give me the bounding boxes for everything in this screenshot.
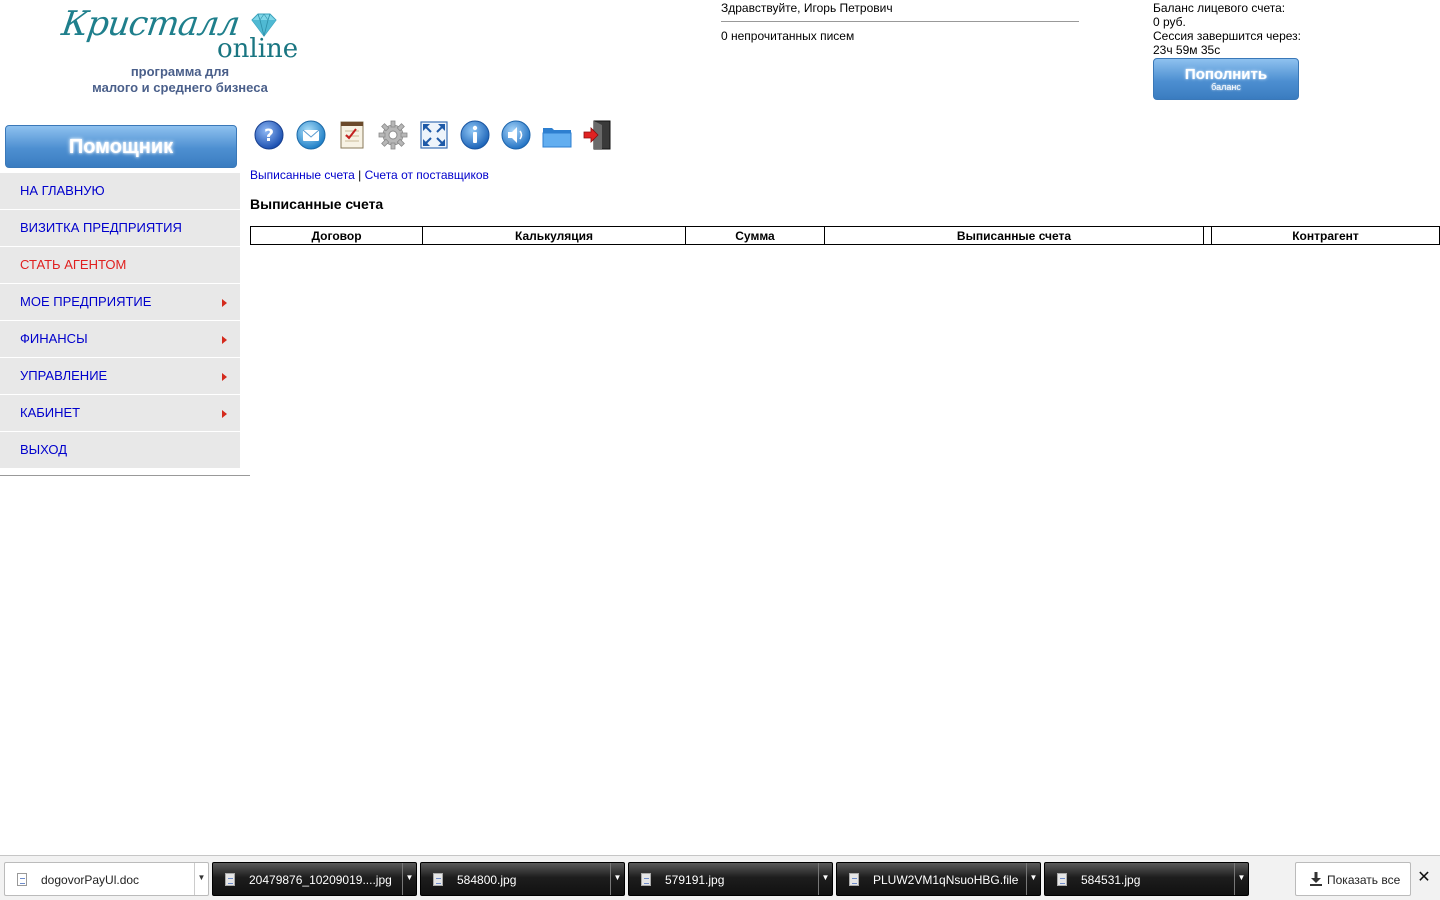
column-header-empty bbox=[1203, 226, 1212, 245]
column-header-counterparty: Контрагент bbox=[1211, 226, 1440, 245]
logo-script-text: Кристалл bbox=[59, 4, 242, 44]
sidebar-item-label: КАБИНЕТ bbox=[20, 405, 81, 420]
sidebar-item[interactable]: ВИЗИТКА ПРЕДПРИЯТИЯ bbox=[0, 210, 240, 247]
chevron-right-icon bbox=[222, 373, 227, 381]
chevron-down-icon[interactable]: ▼ bbox=[1234, 863, 1248, 895]
sidebar-item[interactable]: КАБИНЕТ bbox=[0, 395, 240, 432]
download-filename: 584800.jpg bbox=[457, 873, 517, 887]
chevron-down-icon[interactable]: ▼ bbox=[1026, 863, 1040, 895]
chevron-down-icon[interactable]: ▼ bbox=[194, 863, 208, 895]
fullscreen-icon[interactable] bbox=[418, 119, 450, 151]
sound-icon[interactable] bbox=[500, 119, 532, 151]
file-icon bbox=[225, 873, 235, 886]
close-icon[interactable]: ✕ bbox=[1416, 869, 1432, 887]
chevron-down-icon[interactable]: ▼ bbox=[610, 863, 624, 895]
notepad-icon[interactable] bbox=[336, 119, 368, 151]
sidebar-item[interactable]: УПРАВЛЕНИЕ bbox=[0, 358, 240, 395]
logo-subtitle: программа для малого и среднего бизнеса bbox=[60, 64, 300, 96]
column-header-contract: Договор bbox=[250, 226, 423, 245]
info-icon[interactable] bbox=[459, 119, 491, 151]
download-item[interactable]: 584800.jpg ▼ bbox=[420, 862, 625, 896]
greeting-block: Здравствуйте, Игорь Петрович 0 непрочита… bbox=[721, 1, 1079, 43]
chevron-right-icon bbox=[222, 410, 227, 418]
balance-label: Баланс лицевого счета: bbox=[1153, 1, 1286, 15]
column-header-sum: Сумма bbox=[685, 226, 825, 245]
logo-subtitle-line2: малого и среднего бизнеса bbox=[92, 80, 268, 95]
sidebar-item[interactable]: МОЕ ПРЕДПРИЯТИЕ bbox=[0, 284, 240, 321]
sidebar-item[interactable]: СТАТЬ АГЕНТОМ bbox=[0, 247, 240, 284]
sidebar-item-label: ФИНАНСЫ bbox=[20, 331, 88, 346]
column-header-issued-invoices: Выписанные счета bbox=[824, 226, 1204, 245]
download-filename: PLUW2VM1qNsuoHBG.file bbox=[873, 873, 1019, 887]
page-title: Выписанные счета bbox=[250, 196, 384, 212]
sidebar-item-label: СТАТЬ АГЕНТОМ bbox=[20, 257, 127, 272]
logo-online-text: online bbox=[217, 34, 299, 64]
balance-value: 0 руб. bbox=[1153, 15, 1186, 29]
invoice-links: Выписанные счета | Счета от поставщиков bbox=[250, 168, 489, 182]
file-icon bbox=[1057, 873, 1067, 886]
folder-icon[interactable] bbox=[541, 119, 573, 151]
download-filename: dogovorPayUl.doc bbox=[41, 873, 140, 887]
file-icon bbox=[433, 873, 443, 886]
file-icon bbox=[641, 873, 651, 886]
download-item[interactable]: 579191.jpg ▼ bbox=[628, 862, 833, 896]
logo[interactable]: Кристалл online программа для малого и с… bbox=[59, 4, 310, 100]
issued-invoices-link[interactable]: Выписанные счета bbox=[250, 168, 355, 182]
show-all-downloads-button[interactable]: Показать все bbox=[1295, 862, 1411, 896]
logo-subtitle-line1: программа для bbox=[130, 64, 230, 79]
sidebar-item-label: МОЕ ПРЕДПРИЯТИЕ bbox=[20, 294, 152, 309]
helper-button[interactable]: Помощник bbox=[5, 125, 237, 168]
chevron-down-icon[interactable]: ▼ bbox=[818, 863, 832, 895]
sidebar-item[interactable]: ВЫХОД bbox=[0, 432, 240, 469]
downloads-bar: dogovorPayUl.doc ▼ 20479876_10209019....… bbox=[0, 855, 1440, 900]
sidebar-item[interactable]: ФИНАНСЫ bbox=[0, 321, 240, 358]
file-icon bbox=[17, 873, 27, 886]
download-item[interactable]: PLUW2VM1qNsuoHBG.file ▼ bbox=[836, 862, 1041, 896]
chevron-down-icon[interactable]: ▼ bbox=[402, 863, 416, 895]
logout-icon[interactable] bbox=[582, 119, 614, 151]
sidebar-menu: НА ГЛАВНУЮ ВИЗИТКА ПРЕДПРИЯТИЯ СТАТЬ АГЕНТ… bbox=[0, 173, 240, 469]
download-filename: 579191.jpg bbox=[665, 873, 725, 887]
download-filename: 20479876_10209019....jpg bbox=[249, 873, 392, 887]
chevron-right-icon bbox=[222, 336, 227, 344]
settings-icon[interactable] bbox=[377, 119, 409, 151]
topup-balance-button[interactable]: Пополнить баланс bbox=[1153, 58, 1299, 100]
sidebar-divider bbox=[0, 475, 250, 476]
download-filename: 584531.jpg bbox=[1081, 873, 1141, 887]
sidebar-item-label: ВИЗИТКА ПРЕДПРИЯТИЯ bbox=[20, 220, 182, 235]
links-separator: | bbox=[358, 168, 362, 182]
download-item[interactable]: 20479876_10209019....jpg ▼ bbox=[212, 862, 417, 896]
svg-text:?: ? bbox=[264, 126, 274, 146]
session-timer: 23ч 59м 35с bbox=[1153, 43, 1221, 57]
file-icon bbox=[849, 873, 859, 886]
table-header-row: Договор Калькуляция Сумма Выписанные сче… bbox=[250, 226, 1440, 245]
sidebar-item-label: УПРАВЛЕНИЕ bbox=[20, 368, 108, 383]
invoices-table: Договор Калькуляция Сумма Выписанные сче… bbox=[250, 226, 1440, 245]
download-item[interactable]: 584531.jpg ▼ bbox=[1044, 862, 1249, 896]
help-icon[interactable]: ? bbox=[253, 119, 285, 151]
balance-block: Баланс лицевого счета: 0 руб. Сессия зав… bbox=[1153, 1, 1353, 57]
topup-button-label: Пополнить bbox=[1184, 66, 1268, 83]
show-all-label: Показать все bbox=[1327, 873, 1401, 887]
sidebar-item[interactable]: НА ГЛАВНУЮ bbox=[0, 173, 240, 210]
download-item[interactable]: dogovorPayUl.doc ▼ bbox=[4, 862, 209, 896]
session-label: Сессия завершится через: bbox=[1153, 29, 1302, 43]
chevron-right-icon bbox=[222, 299, 227, 307]
sidebar-item-label: ВЫХОД bbox=[20, 442, 68, 457]
sidebar-item-label: НА ГЛАВНУЮ bbox=[20, 183, 105, 198]
mail-icon[interactable] bbox=[295, 119, 327, 151]
unread-messages-link[interactable]: 0 непрочитанных писем bbox=[721, 29, 1079, 43]
topup-button-sublabel: баланс bbox=[1211, 82, 1241, 92]
column-header-calculation: Калькуляция bbox=[422, 226, 686, 245]
supplier-invoices-link[interactable]: Счета от поставщиков bbox=[365, 168, 489, 182]
greeting-text: Здравствуйте, Игорь Петрович bbox=[721, 1, 1079, 22]
download-icon bbox=[1310, 872, 1322, 886]
